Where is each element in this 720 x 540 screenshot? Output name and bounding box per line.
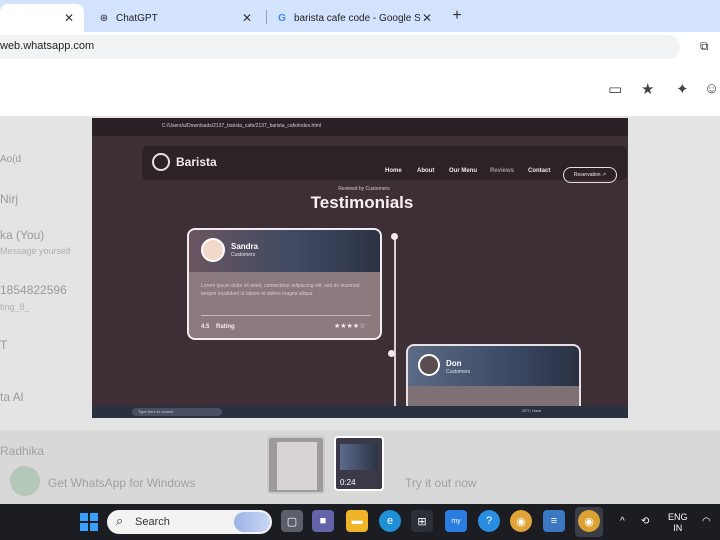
- file-explorer-icon[interactable]: ▬: [346, 510, 368, 532]
- search-icon: ⌕: [116, 513, 124, 528]
- chat-list-item[interactable]: Nirj: [0, 192, 18, 206]
- site-menu-about: About: [417, 168, 435, 174]
- star-icon[interactable]: ★: [641, 80, 654, 98]
- download-app-banner[interactable]: Get WhatsApp for Windows: [48, 476, 195, 490]
- google-icon: G: [278, 12, 286, 24]
- chat-list-subtext: ting_8_: [0, 302, 30, 312]
- chat-list-item[interactable]: ka (You): [0, 228, 44, 242]
- inner-taskbar-search: Type here to search: [132, 408, 222, 416]
- reviewer-name: Sandra: [231, 242, 259, 251]
- site-menu-reviews: Reviews: [490, 168, 515, 174]
- language-indicator[interactable]: ENG IN: [668, 512, 688, 534]
- media-thumbnail-image[interactable]: [267, 436, 325, 494]
- search-highlight-icon: [234, 512, 270, 532]
- avatar: [201, 238, 225, 262]
- teams-icon[interactable]: ■: [312, 510, 334, 532]
- tab-title: ChatGPT: [116, 12, 158, 24]
- inner-file-path: C:/Users/u/Downloads/2137_barista_cafe/2…: [162, 123, 321, 129]
- rating-stars-icon: ★★★★☆: [334, 323, 366, 330]
- media-viewer-image[interactable]: C:/Users/u/Downloads/2137_barista_cafe/2…: [92, 118, 628, 418]
- address-url[interactable]: web.whatsapp.com: [0, 40, 94, 52]
- chevron-up-icon[interactable]: ^: [620, 516, 625, 527]
- thumbnail-preview: [340, 444, 378, 470]
- avatar: [418, 354, 440, 376]
- timeline-line: [394, 234, 396, 418]
- timeline-dot: [391, 233, 398, 240]
- site-menu-our-menu: Our Menu: [449, 168, 477, 174]
- site-brand-name: Barista: [176, 155, 217, 169]
- rating-label: Rating: [216, 324, 235, 330]
- new-tab-button[interactable]: +: [447, 6, 467, 26]
- barista-logo-icon: [152, 153, 170, 171]
- tab-separator: [266, 10, 267, 24]
- review-text: Lorem ipsum dolor sit amet, consectetur …: [201, 283, 360, 297]
- mysql-workbench-icon[interactable]: my: [445, 510, 467, 532]
- rating-value: 4.5: [201, 324, 210, 330]
- testimonials-heading: Testimonials: [310, 193, 414, 212]
- address-bar[interactable]: [0, 35, 680, 59]
- inner-taskbar-weather: 28°C Haze: [522, 408, 542, 413]
- rating-text: 4.5 Rating: [201, 324, 235, 330]
- chat-list-subtext: Message yourself: [0, 246, 71, 256]
- browser-tab-strip: ✕ ⊛ ChatGPT ✕ G barista cafe code - Goog…: [0, 0, 720, 32]
- site-reservation-button: Reservation ↗: [563, 167, 617, 183]
- language-region: IN: [673, 523, 683, 533]
- close-icon[interactable]: ✕: [240, 11, 254, 25]
- chatgpt-icon: ⊛: [99, 12, 109, 24]
- status-icon[interactable]: ▭: [608, 80, 622, 98]
- video-duration: 0:24: [340, 478, 356, 487]
- close-icon[interactable]: ✕: [420, 11, 434, 25]
- reviewer-role: Customers: [446, 369, 471, 375]
- browser-toolbar: [0, 32, 720, 62]
- emoji-icon[interactable]: ☺: [704, 80, 719, 97]
- chat-list-item[interactable]: T: [0, 338, 7, 352]
- media-thumbnail-video[interactable]: 0:24: [334, 436, 384, 491]
- chrome-active-icon[interactable]: ◉: [578, 510, 600, 532]
- edge-icon[interactable]: e: [379, 510, 401, 532]
- windows-start-icon[interactable]: [80, 513, 98, 531]
- testimonial-card-sandra: Sandra Customers Lorem ipsum dolor sit a…: [187, 228, 382, 340]
- tab-google-search[interactable]: G barista cafe code - Google Sear ✕: [268, 4, 442, 32]
- site-menu-home: Home: [385, 168, 402, 174]
- language-code: ENG: [668, 512, 688, 522]
- vscode-icon[interactable]: ?: [478, 510, 500, 532]
- chat-list-item[interactable]: ta Al: [0, 390, 23, 404]
- reviewer-name: Don: [446, 359, 462, 368]
- thumbnail-preview: [277, 442, 317, 490]
- whatsapp-logo-icon: [10, 466, 40, 496]
- timeline-dot: [388, 350, 395, 357]
- taskbar-search-label: Search: [135, 516, 170, 528]
- notepad-icon[interactable]: ≡: [543, 510, 565, 532]
- close-icon[interactable]: ✕: [62, 11, 76, 25]
- site-brand: Barista: [152, 153, 217, 171]
- sync-icon[interactable]: ⟲: [641, 516, 649, 527]
- chat-list-item[interactable]: Radhika: [0, 444, 44, 458]
- cast-icon[interactable]: ⧉: [700, 39, 709, 54]
- tab-whatsapp[interactable]: ✕: [0, 4, 84, 32]
- chat-list-item[interactable]: Ao(d: [0, 154, 21, 165]
- tab-title: barista cafe code - Google Sear: [294, 12, 420, 24]
- chrome-icon[interactable]: ◉: [510, 510, 532, 532]
- card-divider: [201, 315, 371, 316]
- tab-chatgpt[interactable]: ⊛ ChatGPT ✕: [90, 4, 262, 32]
- testimonials-kicker: Reviewd by Customers: [338, 186, 390, 192]
- reviewer-role: Customers: [231, 252, 256, 258]
- try-it-link[interactable]: Try it out now: [405, 476, 477, 490]
- pin-icon[interactable]: ✦: [676, 80, 689, 98]
- wifi-icon[interactable]: ◠: [702, 516, 711, 527]
- microsoft-store-icon[interactable]: ⊞: [411, 510, 433, 532]
- chat-list-item[interactable]: 1854822596: [0, 283, 67, 297]
- task-view-icon[interactable]: ▢: [281, 510, 303, 532]
- site-menu-contact: Contact: [528, 168, 551, 174]
